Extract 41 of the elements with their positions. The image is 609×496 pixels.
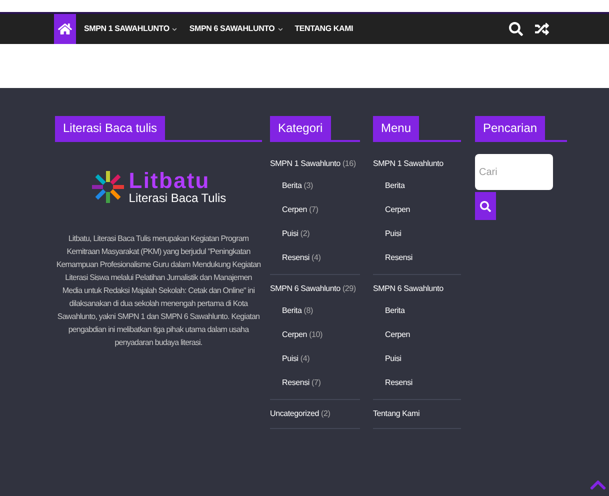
logo-wordmark: Litbatu bbox=[128, 170, 211, 192]
about-paragraph: Litbatu, Literasi Baca Tulis merupakan Kegiatan Program Kemitraan Masyarakat (PKM) yang berjudul "Peningkatan Kemampuan Profesionalisme Guru dalam Mendukung Kegiatan Literasi Siswa melalui Pelatihan Jurnalistik dan Manajemen Media untuk Redaksi Majalah Sekolah: Cetak dan Online" ini dilaksanakan di dua sekolah menengah pertama di Kota Sawahlunto, yakni SMPN 1 dan SMPN 6 Sawahlunto. Kegiatan pengabdian ini melibatkan tiga pihak utama dalam usaha penyadaran budaya literasi. bbox=[55, 233, 262, 349]
category-link[interactable]: Tentang Kami bbox=[373, 404, 461, 424]
category-link[interactable]: Puisi bbox=[373, 222, 461, 246]
caret-icon bbox=[172, 26, 178, 32]
nav-link[interactable]: TENTANG KAMI bbox=[294, 23, 354, 35]
search-field[interactable]: Cari bbox=[475, 154, 553, 190]
starburst-icon bbox=[90, 170, 125, 204]
category-link[interactable]: Cerpen (10) bbox=[270, 323, 360, 347]
category-link[interactable]: Berita (8) bbox=[270, 299, 360, 323]
logo-tagline: Literasi Baca Tulis bbox=[128, 192, 226, 204]
nav-link[interactable]: SMPN 1 SAWAHLUNTO bbox=[84, 23, 178, 35]
search-button[interactable] bbox=[475, 192, 496, 220]
widget-title: Literasi Baca tulis bbox=[55, 116, 166, 140]
category-link[interactable]: Puisi (4) bbox=[270, 347, 360, 371]
search-icon bbox=[480, 200, 491, 212]
category-link[interactable]: Cerpen (7) bbox=[270, 198, 360, 222]
category-link[interactable]: Resensi (7) bbox=[270, 371, 360, 395]
home-icon[interactable] bbox=[54, 14, 76, 44]
category-link[interactable]: Berita bbox=[373, 299, 461, 323]
category-link[interactable]: SMPN 6 Sawahlunto bbox=[373, 279, 461, 299]
caret-icon bbox=[278, 26, 283, 32]
category-link[interactable]: SMPN 1 Sawahlunto (16) bbox=[270, 154, 360, 174]
category-link[interactable]: Puisi (2) bbox=[270, 222, 360, 246]
category-link[interactable]: Resensi bbox=[373, 371, 461, 395]
category-link[interactable]: SMPN 6 Sawahlunto (29) bbox=[270, 279, 360, 299]
category-link[interactable]: SMPN 1 Sawahlunto bbox=[373, 154, 461, 174]
nav-link[interactable]: SMPN 6 SAWAHLUNTO bbox=[189, 23, 283, 35]
category-link[interactable]: Cerpen bbox=[373, 198, 461, 222]
category-link[interactable]: Resensi bbox=[373, 246, 461, 270]
category-link[interactable]: Berita (3) bbox=[270, 174, 360, 198]
search-icon[interactable] bbox=[509, 22, 523, 36]
category-link[interactable]: Resensi (4) bbox=[270, 246, 360, 270]
widget-title: Pencarian bbox=[475, 116, 546, 140]
category-link[interactable]: Uncategorized (2) bbox=[270, 404, 360, 424]
shuffle-icon[interactable] bbox=[535, 22, 549, 36]
widget-title: Kategori bbox=[270, 116, 331, 140]
category-link[interactable]: Cerpen bbox=[373, 323, 461, 347]
category-link[interactable]: Berita bbox=[373, 174, 461, 198]
widget-title: Menu bbox=[373, 116, 420, 140]
category-link[interactable]: Puisi bbox=[373, 347, 461, 371]
